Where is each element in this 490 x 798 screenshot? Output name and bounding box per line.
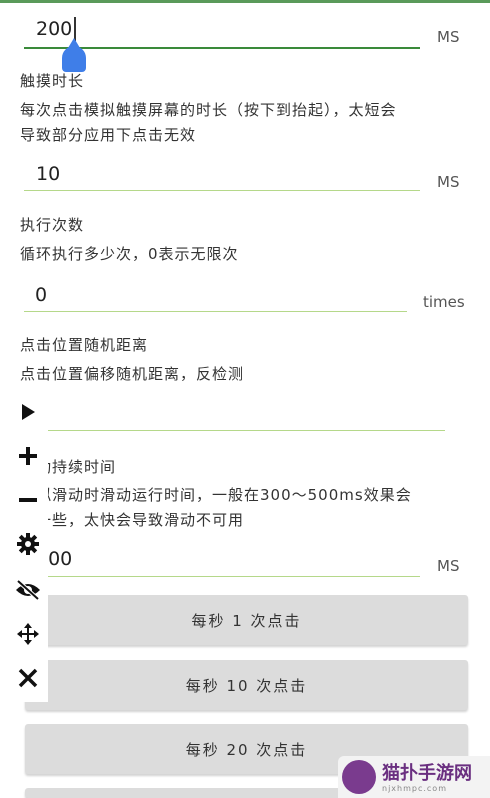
watermark-logo-icon [342,760,376,794]
random-offset-desc: 点击位置偏移随机距离，反检测 [20,365,245,383]
exec-count-input[interactable]: 0 [24,281,407,315]
exec-count-label: 执行次数 [20,216,85,234]
minus-icon[interactable] [10,482,46,518]
field-10-value: 10 [36,163,61,185]
touch-duration-desc-line1: 每次点击模拟触摸屏幕的时长（按下到抬起），太短会 [20,101,397,119]
slide-duration-input[interactable]: 300 [24,545,420,579]
slide-duration-desc-line1: 模拟滑动时滑动运行时间，一般在300～500ms效果会 [20,486,412,504]
input-underline [24,430,445,431]
touch-duration-label: 触摸时长 [20,72,85,90]
watermark-title: 猫扑手游网 [382,763,472,784]
cursor-handle-icon[interactable] [62,38,86,72]
play-icon[interactable] [10,394,46,430]
exec-count-desc: 循环执行多少次，0表示无限次 [20,245,239,263]
random-offset-input[interactable]: 5 [24,399,445,433]
exec-count-value: 0 [35,284,48,306]
move-icon[interactable] [10,616,46,652]
close-icon[interactable] [10,660,46,696]
slide-duration-unit: MS [437,557,460,575]
watermark-url: njxhmpc.com [382,784,447,793]
touch-duration-value: 200 [36,18,73,40]
input-underline [24,47,420,49]
eye-off-icon[interactable] [10,572,46,608]
random-offset-label: 点击位置随机距离 [20,336,149,354]
input-underline [24,576,420,577]
click-1-per-sec-button[interactable]: 每秒 1 次点击 [25,595,468,645]
touch-duration-unit: MS [437,28,460,46]
gear-icon[interactable] [10,526,46,562]
input-underline [24,190,420,191]
field-10-input[interactable]: 10 [24,160,420,194]
floating-toolbar [8,390,48,702]
touch-duration-desc-line2: 导致部分应用下点击无效 [20,126,197,144]
slide-duration-desc-line2: 好一些，太快会导致滑动不可用 [20,511,245,529]
plus-icon[interactable] [10,438,46,474]
top-accent-bar [0,0,490,3]
exec-count-unit: times [423,293,465,311]
touch-duration-input[interactable]: 200 [24,14,422,50]
site-watermark: 猫扑手游网 njxhmpc.com [338,756,490,798]
field-10-unit: MS [437,173,460,191]
click-10-per-sec-button[interactable]: 每秒 10 次点击 [25,660,468,710]
input-underline [24,311,407,312]
